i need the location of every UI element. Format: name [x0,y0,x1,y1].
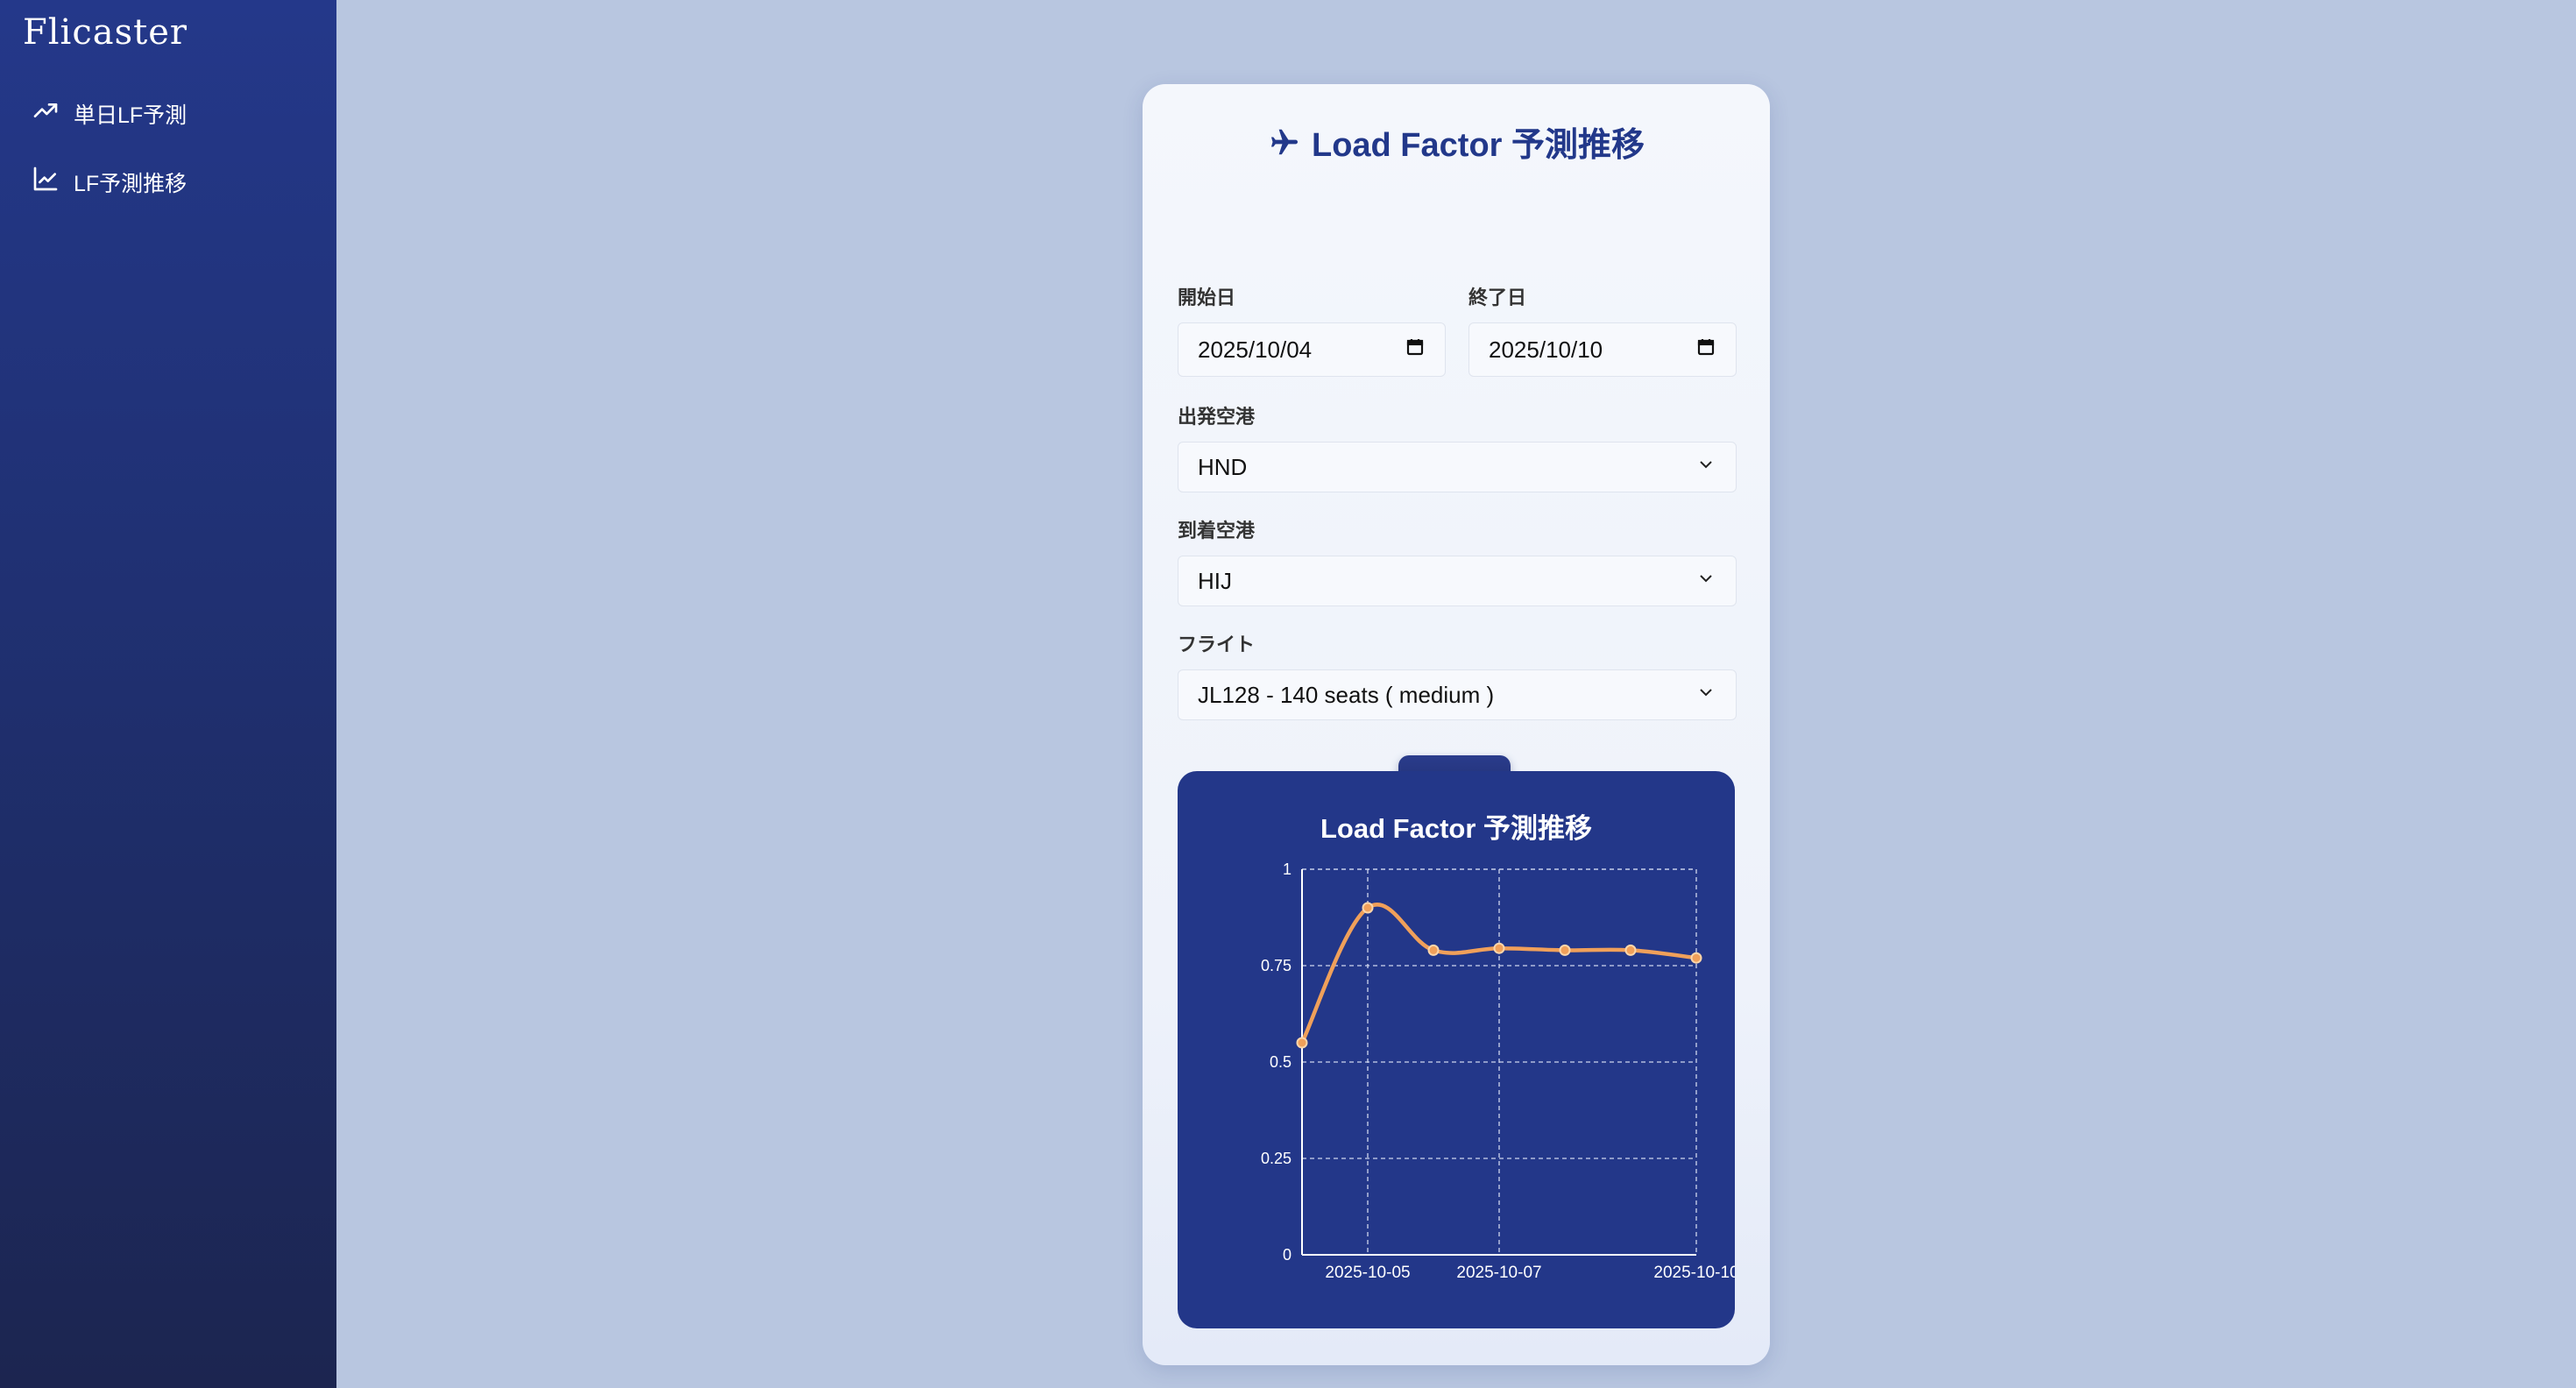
arrival-select[interactable]: HIJ [1178,556,1737,606]
page-title: Load Factor 予測推移 [1143,117,1770,166]
data-point [1690,952,1702,964]
airplane-icon [1268,125,1301,159]
chevron-down-icon [1695,682,1716,709]
end-date-label: 終了日 [1468,287,1527,308]
y-tick-label: 0 [1283,1246,1292,1264]
sidebar-item-label: 単日LF予測 [74,103,188,128]
chevron-down-icon [1695,454,1716,481]
start-date-value: 2025/10/04 [1198,336,1313,363]
sidebar-item-lf-trend[interactable]: LF予測推移 [32,165,187,199]
departure-select[interactable]: HND [1178,442,1737,492]
calendar-icon[interactable] [1405,336,1426,364]
x-tick-label: 2025-10-10 [1653,1264,1735,1282]
y-tick-label: 0.5 [1270,1053,1292,1071]
end-date-value: 2025/10/10 [1489,336,1603,363]
x-tick-label: 2025-10-07 [1456,1264,1541,1282]
data-point [1296,1037,1308,1049]
arrival-value: HIJ [1198,567,1232,594]
flight-select[interactable]: JL128 - 140 seats ( medium ) [1178,669,1737,720]
forecast-card: Load Factor 予測推移 開始日 2025/10/04 終了日 2025… [1143,84,1770,1365]
app-logo: Flicaster [23,12,188,53]
sidebar-item-label: LF予測推移 [74,171,188,196]
data-point [1362,902,1374,914]
start-date-label: 開始日 [1178,287,1236,308]
chevron-down-icon [1695,568,1716,595]
calendar-icon[interactable] [1695,336,1716,364]
flight-label: フライト [1178,634,1256,655]
start-date-input[interactable]: 2025/10/04 [1178,322,1446,377]
data-point [1493,942,1505,954]
data-point [1624,944,1637,956]
y-tick-label: 0.75 [1261,957,1292,974]
flight-value: JL128 - 140 seats ( medium ) [1198,681,1495,708]
departure-label: 出発空港 [1178,406,1256,428]
data-point [1559,944,1571,956]
x-tick-label: 2025-10-05 [1325,1264,1410,1282]
line-chart-icon [32,165,60,199]
line-chart: 0 0.25 0.5 0.75 1 2025-10-05 2025-10-07 2025-10… [1261,860,1735,1282]
sidebar: Flicaster 単日LF予測 LF予測推移 [0,0,336,1388]
chart-container: Load Factor 予測推移 0 0.25 0.5 0.75 1 2025-10-05… [1178,771,1735,1328]
data-point [1427,944,1440,956]
arrival-label: 到着空港 [1178,520,1256,542]
y-tick-label: 0.25 [1261,1150,1292,1167]
end-date-input[interactable]: 2025/10/10 [1468,322,1737,377]
y-tick-label: 1 [1283,860,1292,878]
page-title-text: Load Factor 予測推移 [1311,127,1645,164]
departure-value: HND [1198,453,1248,480]
sidebar-item-single-day-lf[interactable]: 単日LF予測 [32,96,187,131]
trending-up-icon [32,96,60,131]
